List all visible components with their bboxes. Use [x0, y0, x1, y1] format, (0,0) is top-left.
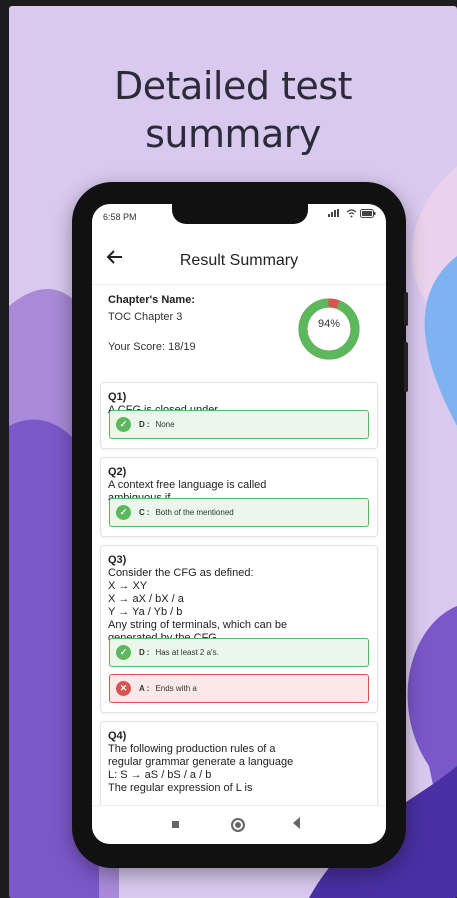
correct-answer-row: ✓ C: Both of the mentioned — [109, 498, 369, 527]
question-text: Q3) Consider the CFG as defined: X → XY X →… — [108, 554, 369, 645]
headline-line-1: Detailed test — [114, 64, 353, 108]
phone-screen: 6:58 PM Result Summary Chapter's Name: T… — [92, 204, 386, 844]
nav-back-triangle-icon[interactable] — [293, 817, 300, 829]
home-circle-icon[interactable] — [231, 818, 245, 832]
app-bar: Result Summary — [92, 238, 386, 285]
answer-letter: D — [139, 420, 145, 429]
question-line: L: S → aS / bS / a / b — [108, 769, 212, 781]
recents-square-icon[interactable] — [172, 821, 179, 828]
question-card: Q1)A CFG is closed under✓D:None — [100, 382, 378, 449]
question-line: A context free language is called — [108, 479, 267, 491]
correct-answer-row: ✓ D: None — [109, 410, 369, 439]
question-line: regular grammar generate a language — [108, 756, 294, 768]
status-icons — [327, 209, 376, 220]
answer-letter: D — [139, 648, 145, 657]
battery-icon — [360, 209, 376, 220]
answer-letter: A — [139, 684, 145, 693]
question-line: The following production rules of a — [108, 743, 276, 755]
correct-answer-row: ✓ D: Has at least 2 a's. — [109, 638, 369, 667]
question-body: Consider the CFG as defined: X → XY X → aX… — [108, 567, 344, 645]
question-line: Consider the CFG as defined: — [108, 567, 254, 579]
system-nav-bar — [92, 805, 386, 844]
headline-line-2: summary — [145, 112, 321, 156]
page-title: Result Summary — [179, 252, 299, 269]
question-card: Q3) Consider the CFG as defined: X → XY X →… — [100, 545, 378, 713]
check-icon: ✓ — [116, 417, 131, 432]
phone-frame: 6:58 PM Result Summary Chapter's Name: T… — [72, 182, 408, 868]
check-icon: ✓ — [116, 505, 131, 520]
question-card: Q4) The following production rules of a re… — [100, 721, 378, 806]
question-number: Q3) — [108, 554, 127, 566]
question-body: The following production rules of a regul… — [108, 743, 344, 795]
wrong-answer-row: ✕ A: Ends with a — [109, 674, 369, 703]
check-icon: ✓ — [116, 645, 131, 660]
answer-separator: : — [146, 508, 150, 517]
questions-list[interactable]: Q1)A CFG is closed under✓D:NoneQ2)A cont… — [92, 376, 386, 806]
camera-notch — [172, 204, 308, 224]
answer-text: Has at least 2 a's. — [155, 648, 219, 657]
score-summary: Chapter's Name: TOC Chapter 3 Your Score… — [108, 294, 378, 378]
answer-text: None — [155, 420, 175, 429]
question-line: Y → Ya / Yb / b — [108, 606, 183, 618]
question-number: Q2) — [108, 466, 127, 478]
question-card: Q2)A context free language is calledambi… — [100, 457, 378, 537]
status-time: 6:58 PM — [103, 212, 137, 222]
question-line: The regular expression of L is — [108, 782, 253, 794]
answer-letter: C — [139, 508, 145, 517]
cross-icon: ✕ — [116, 681, 131, 696]
signal-icon — [327, 209, 343, 220]
question-line: Any string of terminals, which can be — [108, 619, 288, 631]
question-line: X → XY — [108, 580, 148, 592]
volume-button — [404, 292, 408, 326]
power-button — [404, 342, 408, 392]
score-percent: 94% — [317, 318, 341, 330]
promo-headline: Detailed test summary — [9, 62, 457, 158]
answer-separator: : — [146, 420, 150, 429]
question-number: Q4) — [108, 730, 127, 742]
question-line: X → aX / bX / a — [108, 593, 184, 605]
question-number: Q1) — [108, 391, 127, 403]
answer-text: Ends with a — [155, 684, 197, 693]
answer-separator: : — [146, 648, 150, 657]
wifi-icon — [346, 209, 357, 220]
answer-text: Both of the mentioned — [155, 508, 234, 517]
question-text: Q4) The following production rules of a re… — [108, 730, 369, 795]
answer-separator: : — [146, 684, 150, 693]
